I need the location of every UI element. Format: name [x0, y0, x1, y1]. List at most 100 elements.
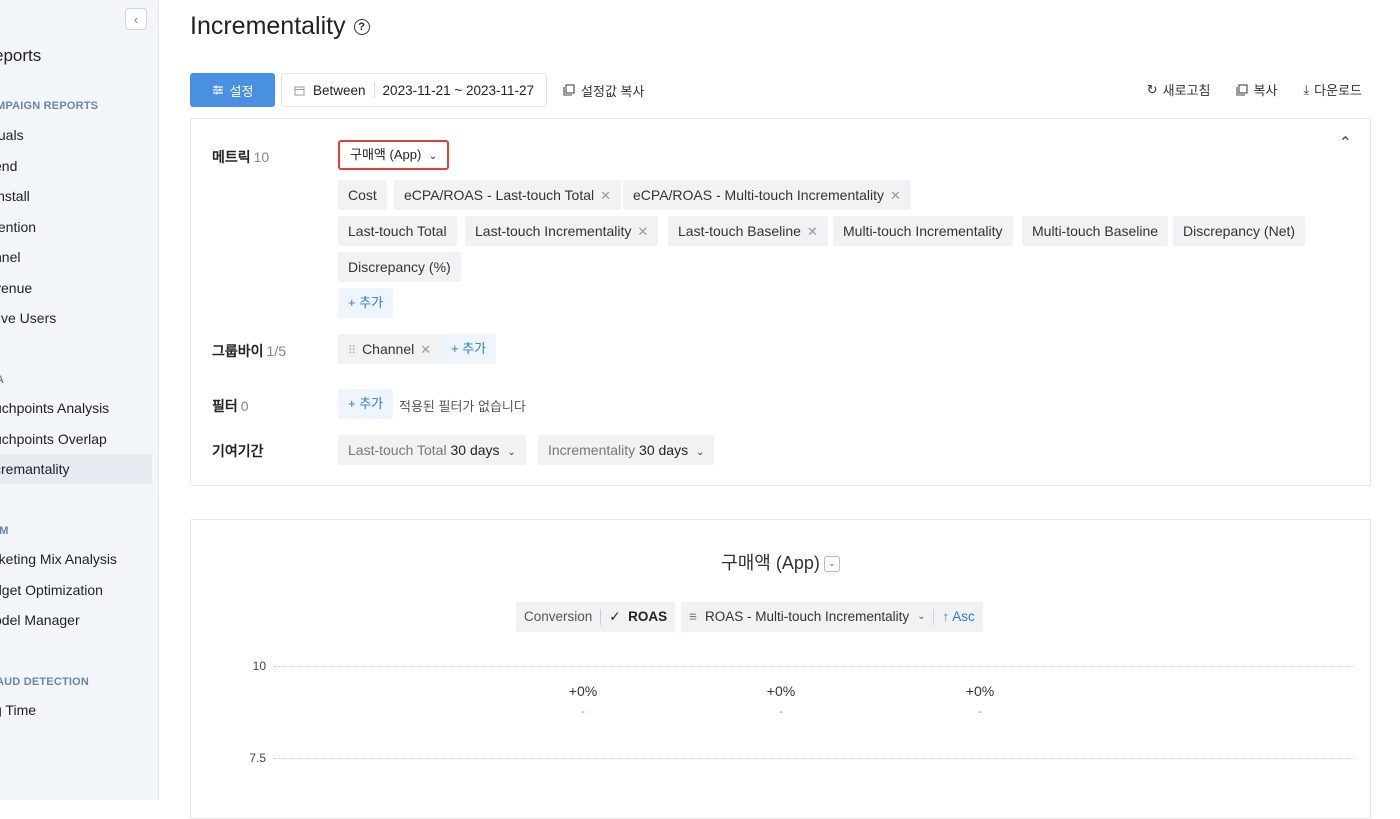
sidebar-item[interactable]: uchpoints Analysis	[0, 393, 152, 423]
chevron-down-icon: ⌄	[428, 151, 438, 162]
sidebar-item[interactable]: tuals	[0, 120, 152, 150]
refresh-button[interactable]: ↻ 새로고침	[1147, 80, 1211, 99]
data-sublabel: -	[978, 704, 982, 718]
sidebar-section-label: A	[0, 374, 4, 386]
roas-label: ROAS	[628, 609, 668, 624]
metric-chip[interactable]: Multi-touch Incrementality	[833, 216, 1013, 246]
metric-type-toggle[interactable]: Conversion ✓ ROAS	[516, 602, 676, 632]
sort-direction-button[interactable]: ↑ Asc	[942, 602, 974, 632]
lt-window-select[interactable]: Last-touch Total 30 days ⌄	[338, 435, 526, 465]
lt-window-label: Last-touch Total	[348, 442, 447, 458]
divider	[600, 609, 602, 625]
copy-button[interactable]: 복사	[1236, 80, 1277, 99]
metric-chip[interactable]: Multi-touch Baseline	[1022, 216, 1169, 246]
sidebar-item[interactable]: odel Manager	[0, 605, 152, 635]
metric-chip[interactable]: Last-touch Total	[338, 216, 457, 246]
close-icon[interactable]: ✕	[420, 342, 431, 357]
data-label: +0%	[568, 683, 598, 699]
divider	[373, 82, 375, 98]
settings-button-label: 설정	[229, 83, 254, 99]
sidebar-section-label: MPAIGN REPORTS	[0, 100, 99, 112]
sidebar-item[interactable]: venue	[0, 273, 152, 303]
inc-window-label: Incrementality	[548, 442, 636, 458]
gridline	[274, 758, 1354, 759]
sidebar-item[interactable]: dget Optimization	[0, 575, 152, 605]
calendar-icon	[294, 86, 305, 95]
drag-handle-icon[interactable]: ⠿	[348, 345, 356, 357]
sort-icon: ≡	[689, 609, 698, 624]
copy-settings-button[interactable]: 설정값 복사	[563, 81, 644, 100]
attribution-row-label: 기여기간	[212, 443, 264, 459]
close-icon[interactable]: ✕	[890, 188, 901, 203]
metric-row-label: 메트릭 10	[212, 147, 269, 167]
data-label: +0%	[965, 683, 995, 699]
copy-icon	[1236, 83, 1249, 96]
close-icon[interactable]: ✕	[637, 224, 648, 239]
y-tick-label: 7.5	[249, 751, 266, 765]
chip-label: Multi-touch Incrementality	[843, 223, 1003, 239]
date-range-picker[interactable]: Between 2023-11-21 ~ 2023-11-27	[281, 73, 548, 107]
conversion-option[interactable]: Conversion	[524, 602, 592, 632]
sidebar-item[interactable]: tive Users	[0, 303, 152, 333]
chevron-up-icon[interactable]: ⌃	[1339, 133, 1352, 153]
chip-label: Last-touch Baseline	[678, 223, 801, 239]
sidebar-item[interactable]: nnel	[0, 242, 152, 272]
chip-label: Discrepancy (%)	[348, 259, 451, 275]
metric-count: 10	[253, 149, 270, 165]
sidebar-item[interactable]: rketing Mix Analysis	[0, 544, 152, 574]
add-filter-button[interactable]: + 추가	[338, 389, 394, 419]
download-icon: ⤓	[1303, 81, 1310, 97]
lt-window-value: 30 days	[450, 442, 500, 458]
header-actions: ↻ 새로고침 복사 ⤓ 다운로드	[1147, 80, 1362, 99]
check-icon: ✓	[609, 609, 621, 624]
chip-label: Discrepancy (Net)	[1183, 223, 1296, 239]
sidebar-section-label: IM	[0, 525, 9, 537]
gridline	[274, 666, 1354, 667]
sidebar-item[interactable]: g Time	[0, 695, 152, 725]
chart-title: 구매액 (App) ⌄	[191, 549, 1370, 575]
metric-chip[interactable]: Last-touch Baseline ✕	[668, 216, 828, 246]
page-title: Incrementality ?	[190, 12, 370, 41]
sidebar-item[interactable]: uchpoints Overlap	[0, 424, 152, 454]
metric-chip[interactable]: eCPA/ROAS - Multi-touch Incrementality ✕	[623, 180, 911, 210]
download-button[interactable]: ⤓ 다운로드	[1303, 80, 1362, 99]
sidebar-section-label: AUD DETECTION	[0, 676, 90, 688]
sort-label: ROAS - Multi-touch Incrementality	[705, 609, 910, 624]
help-icon[interactable]: ?	[353, 18, 370, 35]
metric-chip[interactable]: Discrepancy (%)	[338, 252, 461, 282]
metric-chip[interactable]: Discrepancy (Net)	[1173, 216, 1306, 246]
sidebar: ‹ eports MPAIGN REPORTS tuals end instal…	[0, 0, 159, 800]
sort-select[interactable]: ≡ ROAS - Multi-touch Incrementality ⌄ ↑ …	[681, 602, 983, 632]
y-tick-label: 10	[252, 659, 266, 673]
close-icon[interactable]: ✕	[807, 224, 818, 239]
toolbar: 설정 Between 2023-11-21 ~ 2023-11-27 설정값 복…	[190, 73, 644, 107]
date-prefix: Between	[313, 82, 366, 98]
chart-panel: 구매액 (App) ⌄ Conversion ✓ ROAS ≡ ROAS - Mu…	[190, 519, 1371, 819]
sidebar-item[interactable]: tention	[0, 212, 152, 242]
chip-label: Last-touch Incrementality	[475, 223, 632, 239]
inc-window-value: 30 days	[639, 442, 689, 458]
collapse-sidebar-button[interactable]: ‹	[125, 8, 147, 30]
sidebar-item[interactable]: install	[0, 181, 152, 211]
refresh-label: 새로고침	[1162, 83, 1211, 98]
metric-select-value: 구매액 (App)	[350, 147, 422, 162]
copy-settings-label: 설정값 복사	[581, 83, 645, 99]
groupby-chip[interactable]: ⠿ Channel ✕	[338, 334, 442, 364]
add-metric-button[interactable]: + 추가	[338, 288, 394, 318]
close-icon[interactable]: ✕	[600, 188, 611, 203]
metric-chip[interactable]: Cost	[338, 180, 387, 210]
metric-chip[interactable]: Last-touch Incrementality ✕	[465, 216, 659, 246]
settings-button[interactable]: 설정	[190, 73, 275, 107]
sidebar-item-active[interactable]: cremantality	[0, 454, 152, 484]
chevron-down-icon: ⌄	[917, 611, 926, 622]
metric-select-dropdown[interactable]: 구매액 (App) ⌄	[338, 140, 450, 170]
sidebar-item[interactable]: end	[0, 151, 152, 181]
roas-option[interactable]: ✓ ROAS	[609, 602, 667, 632]
add-groupby-button[interactable]: + 추가	[441, 334, 497, 364]
chevron-down-icon: ⌄	[695, 447, 705, 458]
copy-icon	[563, 84, 575, 96]
inc-window-select[interactable]: Incrementality 30 days ⌄	[538, 435, 715, 465]
metric-chip[interactable]: eCPA/ROAS - Last-touch Total ✕	[394, 180, 622, 210]
chevron-down-icon[interactable]: ⌄	[823, 556, 840, 573]
chip-label: Channel	[362, 341, 415, 357]
